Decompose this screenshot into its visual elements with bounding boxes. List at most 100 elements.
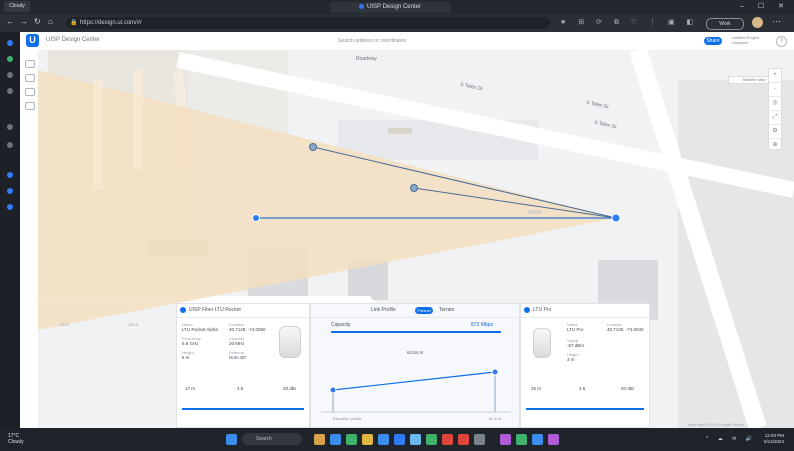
extension-icons[interactable]: ★ ⊞ ⟳ ⧉ ♡ ⋮ ▣ ◧ [560,18,698,27]
device-panel-left: UISP Fiber LTU Rocket Name LTU Rocket Alp… [176,303,310,428]
client-node[interactable] [309,143,317,151]
lock-icon: 🔒 [70,20,78,26]
zoom-out-icon[interactable]: − [769,83,781,97]
browser-tab[interactable]: UISP Design Center [330,2,450,13]
project-info[interactable]: Untitled Project Unsaved [732,35,759,45]
profile-button[interactable]: Work [706,18,744,30]
device-tool-icon[interactable] [25,60,35,68]
stat-value[interactable]: 20 dBi [621,386,634,391]
help-icon[interactable]: ? [776,36,787,47]
tab-link-profile[interactable]: Link Profile [371,307,396,313]
taskbar-clock[interactable]: 12:03 PM 5/14/2024 [764,433,784,445]
app-toolbar [20,50,39,428]
field[interactable]: Frequency 5.8 GHz [182,336,201,346]
app-header: U UISP Design Center Search address or c… [20,32,794,51]
field[interactable]: Location 40.7128, -74.0060 [229,322,266,332]
start-icon[interactable] [226,434,237,445]
fullscreen-icon[interactable]: ⤢ [769,111,781,125]
app-icon[interactable] [500,434,511,445]
app-icon[interactable] [458,434,469,445]
app-icon[interactable] [426,434,437,445]
system-tray[interactable]: ^ ☁ ✉ 🔊 [706,436,756,442]
stat-value[interactable]: 4.6 [579,386,585,391]
sidebar-outlook-icon[interactable] [7,172,13,178]
forward-icon[interactable]: → [20,17,28,26]
avatar[interactable] [752,17,763,28]
tab-fresnel[interactable]: Fresnel [415,307,433,314]
address-bar-row: ← → ↻ ⌂ 🔒 https://design.ui.com/#/ ★ ⊞ ⟳ … [0,14,794,32]
refresh-icon[interactable]: ↻ [34,17,41,26]
map-building [388,128,412,134]
panel-header[interactable]: UISP Fiber LTU Rocket [177,304,309,318]
signal-slider[interactable] [526,408,644,410]
capacity-value: 872 Mbps [471,322,493,328]
app-icon[interactable] [474,434,485,445]
measure-tool-icon[interactable] [25,88,35,96]
client-node-selected[interactable] [252,214,260,222]
app-icon[interactable] [516,434,527,445]
edge-icon[interactable] [346,434,357,445]
client-node[interactable] [410,184,418,192]
sidebar-games-icon[interactable] [7,88,13,94]
scale-label: 100 ft [128,322,139,327]
app-icon[interactable] [410,434,421,445]
settings-icon[interactable]: ⚙ [769,125,781,139]
sidebar-add-icon[interactable] [7,204,13,210]
link-tool-icon[interactable] [25,74,35,82]
stat-value[interactable]: 25 m [531,386,541,391]
field[interactable]: Channel 20 MHz [229,336,245,346]
capacity-label: Capacity [331,322,351,328]
panel-title: LTU Pro [533,307,552,313]
app-icon[interactable] [314,434,325,445]
weather-widget[interactable]: 17°C Cloudy [8,433,24,445]
field[interactable]: Antenna Horn 30° [229,350,247,360]
field[interactable]: Location 40.7130, -74.0040 [607,322,644,332]
coverage-sector [38,70,616,330]
home-icon[interactable]: ⌂ [48,17,53,26]
folder-icon[interactable] [362,434,373,445]
locate-icon[interactable]: ◎ [769,97,781,111]
sidebar-teams-icon[interactable] [7,188,13,194]
compass-icon[interactable]: ⊕ [769,139,781,153]
map-search-input[interactable]: Search address or coordinates [338,36,448,46]
app-icon[interactable] [532,434,543,445]
ubiquiti-logo[interactable]: U [26,34,39,47]
sidebar-copilot-icon[interactable] [7,56,13,62]
window-info-badge[interactable]: Cloudy [4,1,30,12]
access-point-node[interactable] [611,213,621,223]
sidebar-search-icon[interactable] [7,40,13,46]
stat-value[interactable]: 4.6 [237,386,243,391]
browser-tab-bar: Cloudy UISP Design Center – ☐ ✕ [0,0,794,14]
layers-tool-icon[interactable] [25,102,35,110]
share-button[interactable]: Share [704,37,722,45]
tab-terrain[interactable]: Terrain [439,304,454,317]
url-field[interactable]: 🔒 https://design.ui.com/#/ [66,17,550,29]
window-controls[interactable]: – ☐ ✕ [740,2,790,10]
app-icon[interactable] [394,434,405,445]
field[interactable]: Signal -57 dBm [567,338,584,348]
app-icon[interactable] [330,434,341,445]
app-icon[interactable] [442,434,453,445]
app-icon[interactable] [378,434,389,445]
field[interactable]: Height 3 m [567,352,579,362]
panel-header[interactable]: LTU Pro [521,304,649,318]
back-icon[interactable]: ← [6,17,14,26]
stat-value[interactable]: 20 dBi [283,386,296,391]
distance-label: 62.64 m [407,350,424,355]
field[interactable]: Height 5 m [182,350,194,360]
stat-value[interactable]: 17 m [185,386,195,391]
elevation-chart [321,368,511,413]
app-icon[interactable] [548,434,559,445]
field[interactable]: Name LTU Rocket Alpha [182,322,218,332]
field[interactable]: Name LTU Pro [567,322,583,332]
sidebar-tools-icon[interactable] [7,72,13,78]
taskbar-search[interactable]: Search [242,433,302,445]
sidebar-office-icon[interactable] [7,142,13,148]
endpoint-right[interactable] [491,368,499,376]
link-panel: Link Profile Fresnel Terrain Capacity 87… [310,303,520,428]
signal-slider[interactable] [182,408,304,410]
sidebar-shopping-icon[interactable] [7,124,13,130]
endpoint-left[interactable] [329,386,337,394]
browser-menu-icon[interactable]: ⋯ [772,16,781,27]
zoom-in-icon[interactable]: + [769,69,781,83]
